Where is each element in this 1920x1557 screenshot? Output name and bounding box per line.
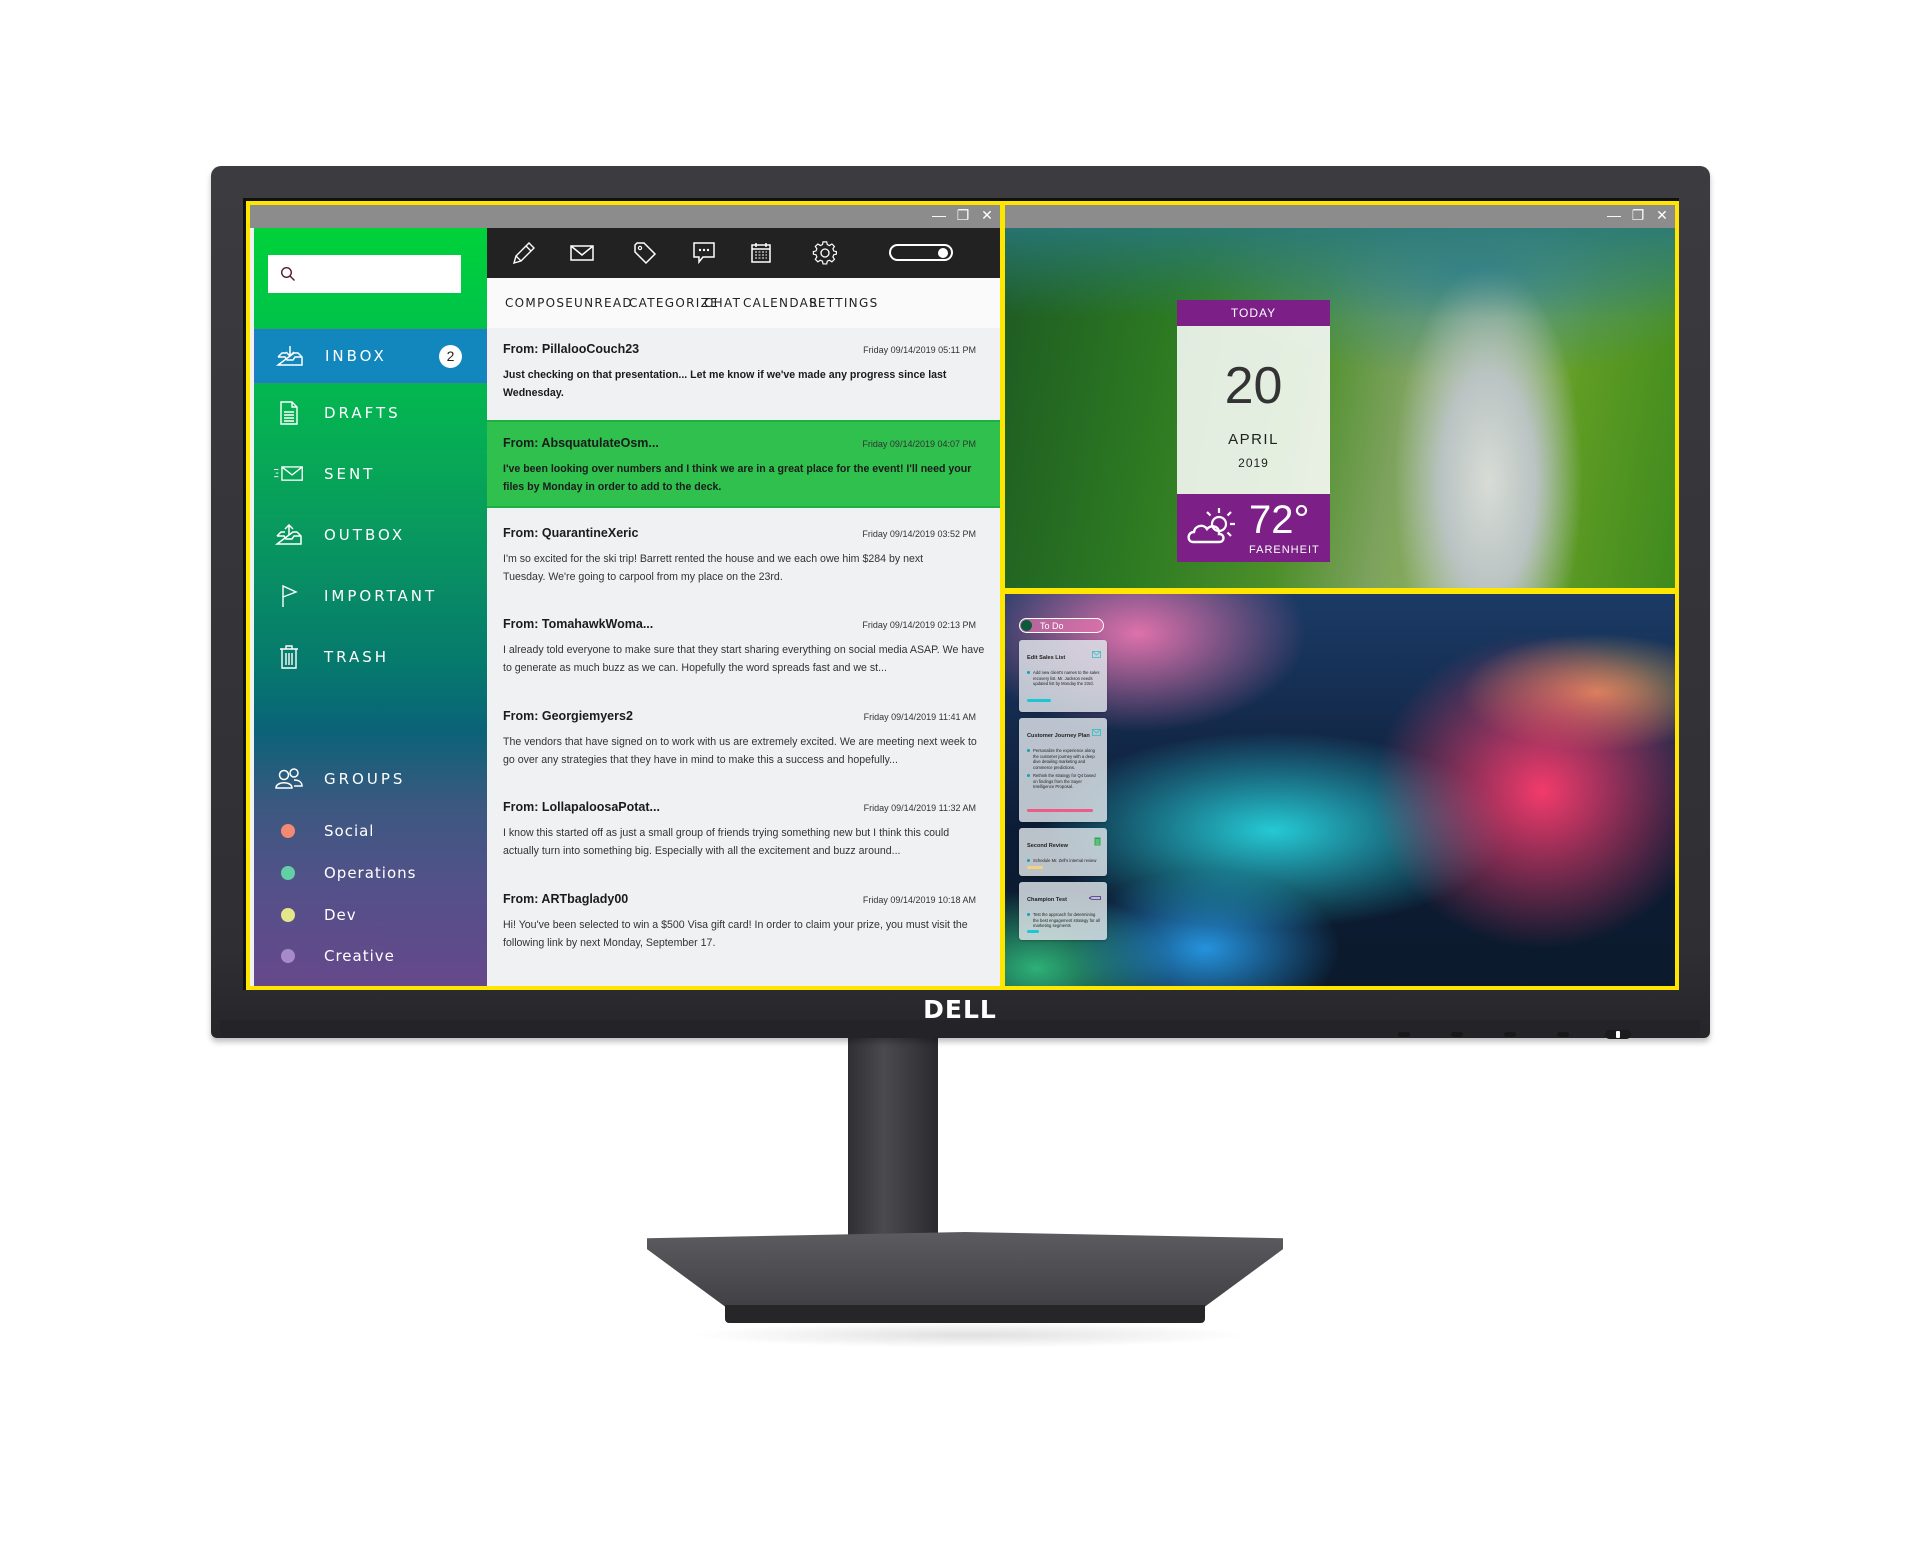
monitor-button-4[interactable] bbox=[1557, 1032, 1569, 1037]
window-snap-outline bbox=[246, 201, 1004, 990]
monitor-stand-neck bbox=[848, 1038, 938, 1252]
monitor-button-3[interactable] bbox=[1504, 1032, 1516, 1037]
monitor-stand-base bbox=[647, 1232, 1283, 1310]
monitor-button-2[interactable] bbox=[1451, 1032, 1463, 1037]
monitor-button-1[interactable] bbox=[1398, 1032, 1410, 1037]
stand-shadow bbox=[690, 1322, 1250, 1348]
window-snap-outline bbox=[1001, 201, 1679, 592]
monitor-stand-foot bbox=[725, 1305, 1205, 1323]
dell-logo: DELL bbox=[923, 995, 997, 1024]
power-button[interactable] bbox=[1605, 1030, 1631, 1039]
window-snap-outline bbox=[1001, 590, 1679, 990]
